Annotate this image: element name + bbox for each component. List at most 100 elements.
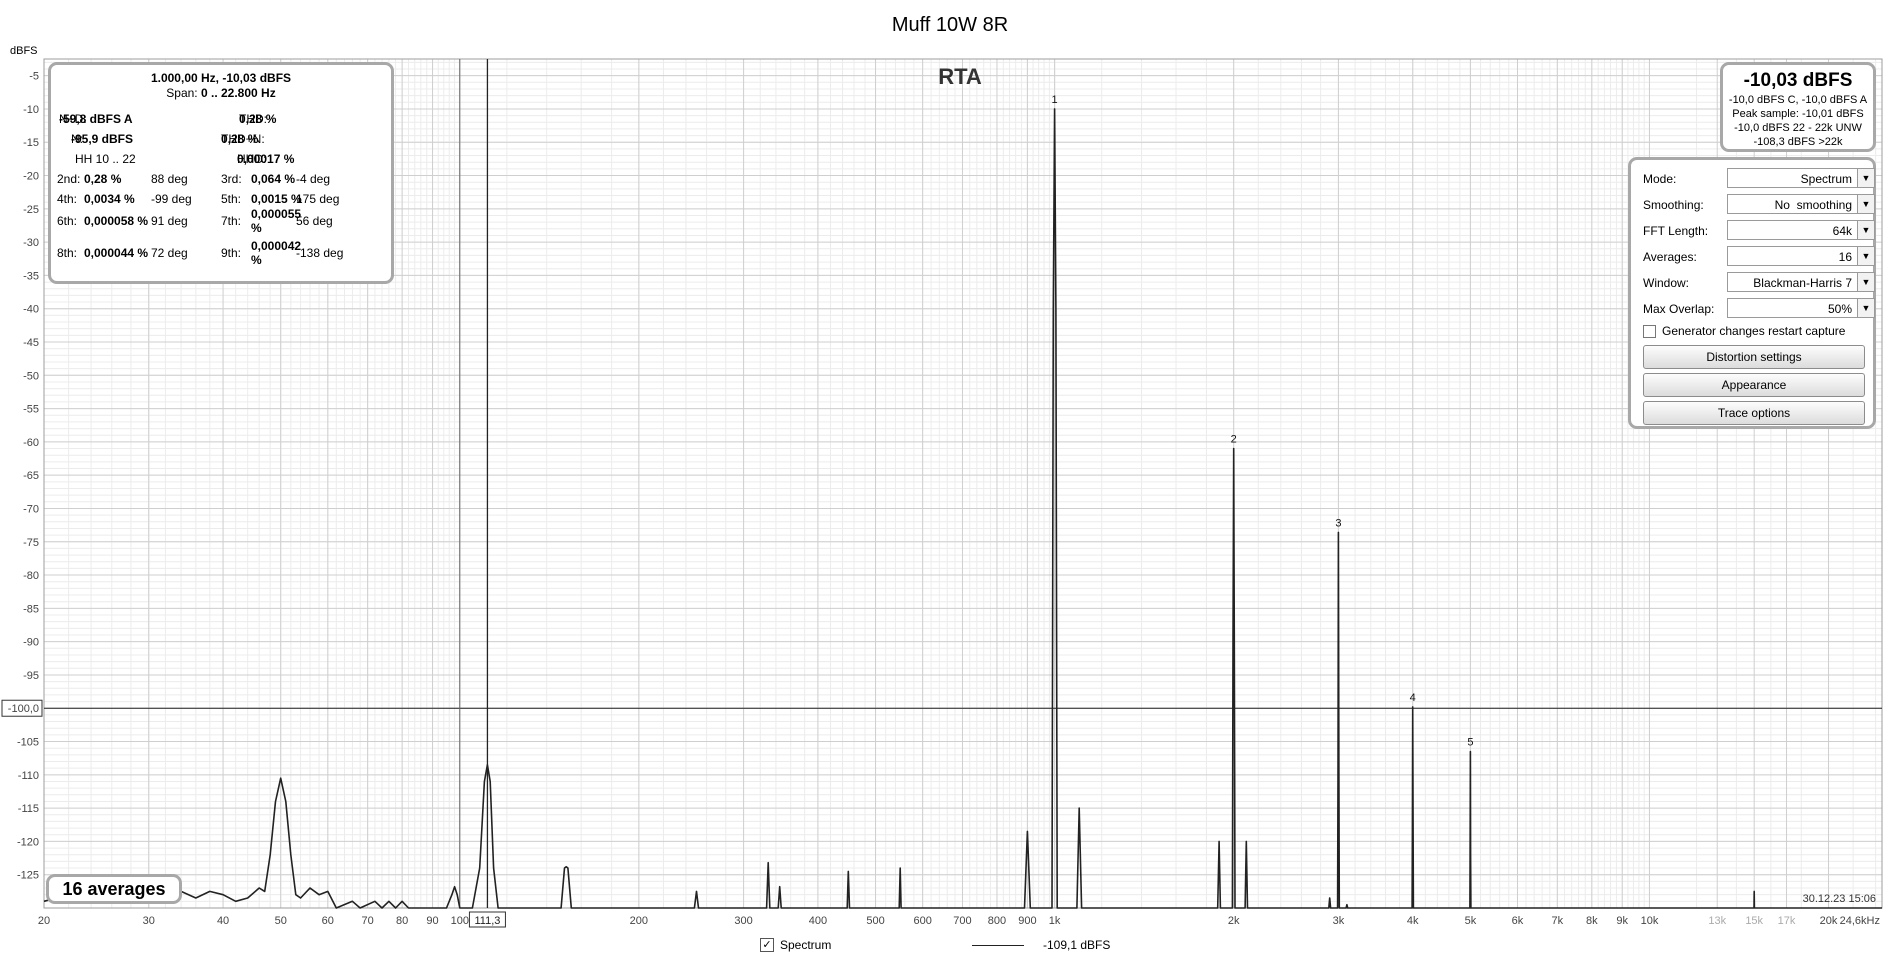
y-tick-label: -85: [23, 603, 39, 615]
harmonic-marker-label: 3: [1335, 517, 1341, 529]
legend-series-name: Spectrum: [780, 938, 832, 952]
harmonic-marker-label: 4: [1410, 692, 1416, 704]
chevron-down-icon[interactable]: ▼: [1857, 273, 1874, 291]
distortion-settings-button[interactable]: Distortion settings: [1643, 345, 1865, 369]
level-panel: -10,03 dBFS -10,0 dBFS C, -10,0 dBFS A P…: [1720, 62, 1876, 152]
x-tick-label: 3k: [1333, 915, 1345, 927]
harmonic-label: 3rd:: [221, 172, 242, 186]
harmonic-label: 9th:: [221, 246, 242, 260]
harmonic-label: 4th:: [57, 192, 78, 206]
x-tick-label: 6k: [1512, 915, 1524, 927]
x-tick-label: 7k: [1552, 915, 1564, 927]
mode-row: Mode: Spectrum ▼: [1643, 168, 1875, 190]
chevron-down-icon[interactable]: ▼: [1857, 221, 1874, 239]
legend-series-value: -109,1 dBFS: [1043, 938, 1111, 952]
averages-select[interactable]: 16 ▼: [1727, 246, 1875, 266]
x-tick-label: 700: [953, 915, 971, 927]
y-tick-label: -90: [23, 637, 39, 649]
x-tick-label: 800: [988, 915, 1006, 927]
mode-select[interactable]: Spectrum ▼: [1727, 168, 1875, 188]
x-tick-label: 500: [866, 915, 884, 927]
x-tick-label: 90: [426, 915, 438, 927]
y-tick-label: -110: [18, 770, 39, 782]
x-tick-label: 40: [217, 915, 229, 927]
y-tick-label: -70: [23, 503, 39, 515]
y-tick-label: -125: [17, 870, 39, 882]
level-line2: Peak sample: -10,01 dBFS: [1732, 108, 1864, 120]
y-axis-ticks: -5 -10 -15 -20 -25 -30 -35 -40 -45 -50 -55 -60 -65 -7…: [1, 71, 43, 882]
generator-restart-checkbox[interactable]: Generator changes restart capture: [1643, 324, 1845, 339]
harmonic-label: 8th:: [57, 246, 78, 260]
harmonic-marker-label: 2: [1231, 434, 1237, 446]
harmonic-phase: 88 deg: [151, 172, 188, 186]
smoothing-select[interactable]: No smoothing ▼: [1727, 194, 1875, 214]
x-tick-label: 10k: [1641, 915, 1659, 927]
y-tick-label: -95: [23, 670, 39, 682]
distortion-panel: 1.000,00 Hz, -10,03 dBFS Span: 0 .. 22.8…: [48, 62, 394, 284]
harmonic-phase: -4 deg: [296, 172, 331, 186]
harmonic-phase: 91 deg: [151, 214, 188, 228]
x-tick-label: 5k: [1465, 915, 1477, 927]
appearance-button[interactable]: Appearance: [1643, 373, 1865, 397]
y-tick-label: -50: [23, 370, 39, 382]
x-tick-label: 20k: [1820, 915, 1838, 927]
smoothing-row: Smoothing: No smoothing ▼: [1643, 194, 1875, 216]
span-readout: Span: 0 .. 22.800 Hz: [166, 86, 276, 100]
harmonic-label: 6th:: [57, 214, 78, 228]
harmonic-value: 0,0034 %: [84, 192, 135, 206]
harmonic-phase: 56 deg: [296, 214, 333, 228]
harmonic-phase: -99 deg: [151, 192, 192, 206]
x-tick-label: 70: [362, 915, 374, 927]
harmonic-phase: 175 deg: [296, 192, 340, 206]
chart-title: Muff 10W 8R: [892, 14, 1008, 36]
x-tick-label: 200: [630, 915, 648, 927]
level-line4: -108,3 dBFS >22k: [1753, 136, 1843, 148]
x-tick-label: 50: [275, 915, 287, 927]
max-overlap-select[interactable]: 50% ▼: [1727, 298, 1875, 318]
harmonic-value: 0,064 %: [251, 172, 296, 186]
averages-row: Averages: 16 ▼: [1643, 246, 1875, 268]
chevron-down-icon[interactable]: ▼: [1857, 299, 1874, 317]
harmonic-label: 5th:: [221, 192, 242, 206]
y-tick-label: -35: [23, 270, 39, 282]
checkbox-box[interactable]: [1643, 325, 1656, 339]
y-axis-unit: dBFS: [10, 45, 38, 57]
y-tick-label: -45: [23, 337, 39, 349]
harmonic-value: 0,000044 %: [84, 246, 149, 260]
x-tick-label: 9k: [1616, 915, 1628, 927]
y-tick-label: -60: [23, 437, 39, 449]
fft-length-select[interactable]: 64k ▼: [1727, 220, 1875, 240]
window-select[interactable]: Blackman-Harris 7 ▼: [1727, 272, 1875, 292]
y-tick-label: -80: [23, 570, 39, 582]
y-tick-label: -75: [23, 537, 39, 549]
spectrum-visibility-checkbox[interactable]: ✓: [760, 938, 774, 952]
x-tick-label: 900: [1018, 915, 1036, 927]
cursor-x-readout: 111,3: [474, 915, 500, 927]
y-tick-label: -100,0: [8, 703, 39, 715]
timestamp: 30.12.23 15:06: [1803, 893, 1876, 905]
harmonic-marker-label: 5: [1467, 737, 1473, 749]
trace-options-button[interactable]: Trace options: [1643, 401, 1865, 425]
y-tick-label: -15: [23, 137, 39, 149]
harmonic-phase: -138 deg: [296, 246, 344, 260]
x-tick-label: 300: [734, 915, 752, 927]
y-tick-label: -5: [29, 71, 39, 83]
x-tick-label: 8k: [1586, 915, 1598, 927]
x-tick-label: 30: [143, 915, 155, 927]
x-tick-label: 80: [396, 915, 408, 927]
y-tick-label: -105: [17, 737, 39, 749]
harmonic-value: 0,000058 %: [84, 214, 149, 228]
harmonic-value: 0,28 %: [84, 172, 122, 186]
x-tick-label: 4k: [1407, 915, 1419, 927]
chevron-down-icon[interactable]: ▼: [1857, 195, 1874, 213]
y-tick-label: -20: [23, 171, 39, 183]
y-tick-label: -65: [23, 470, 39, 482]
chevron-down-icon[interactable]: ▼: [1857, 247, 1874, 265]
x-tick-label: 60: [322, 915, 334, 927]
chevron-down-icon[interactable]: ▼: [1857, 169, 1874, 187]
harmonic-label: 2nd:: [57, 172, 81, 186]
x-tick-label: 100: [451, 915, 469, 927]
x-tick-label: 400: [809, 915, 827, 927]
y-tick-label: -30: [23, 237, 39, 249]
x-tick-label: 13k: [1708, 915, 1726, 927]
